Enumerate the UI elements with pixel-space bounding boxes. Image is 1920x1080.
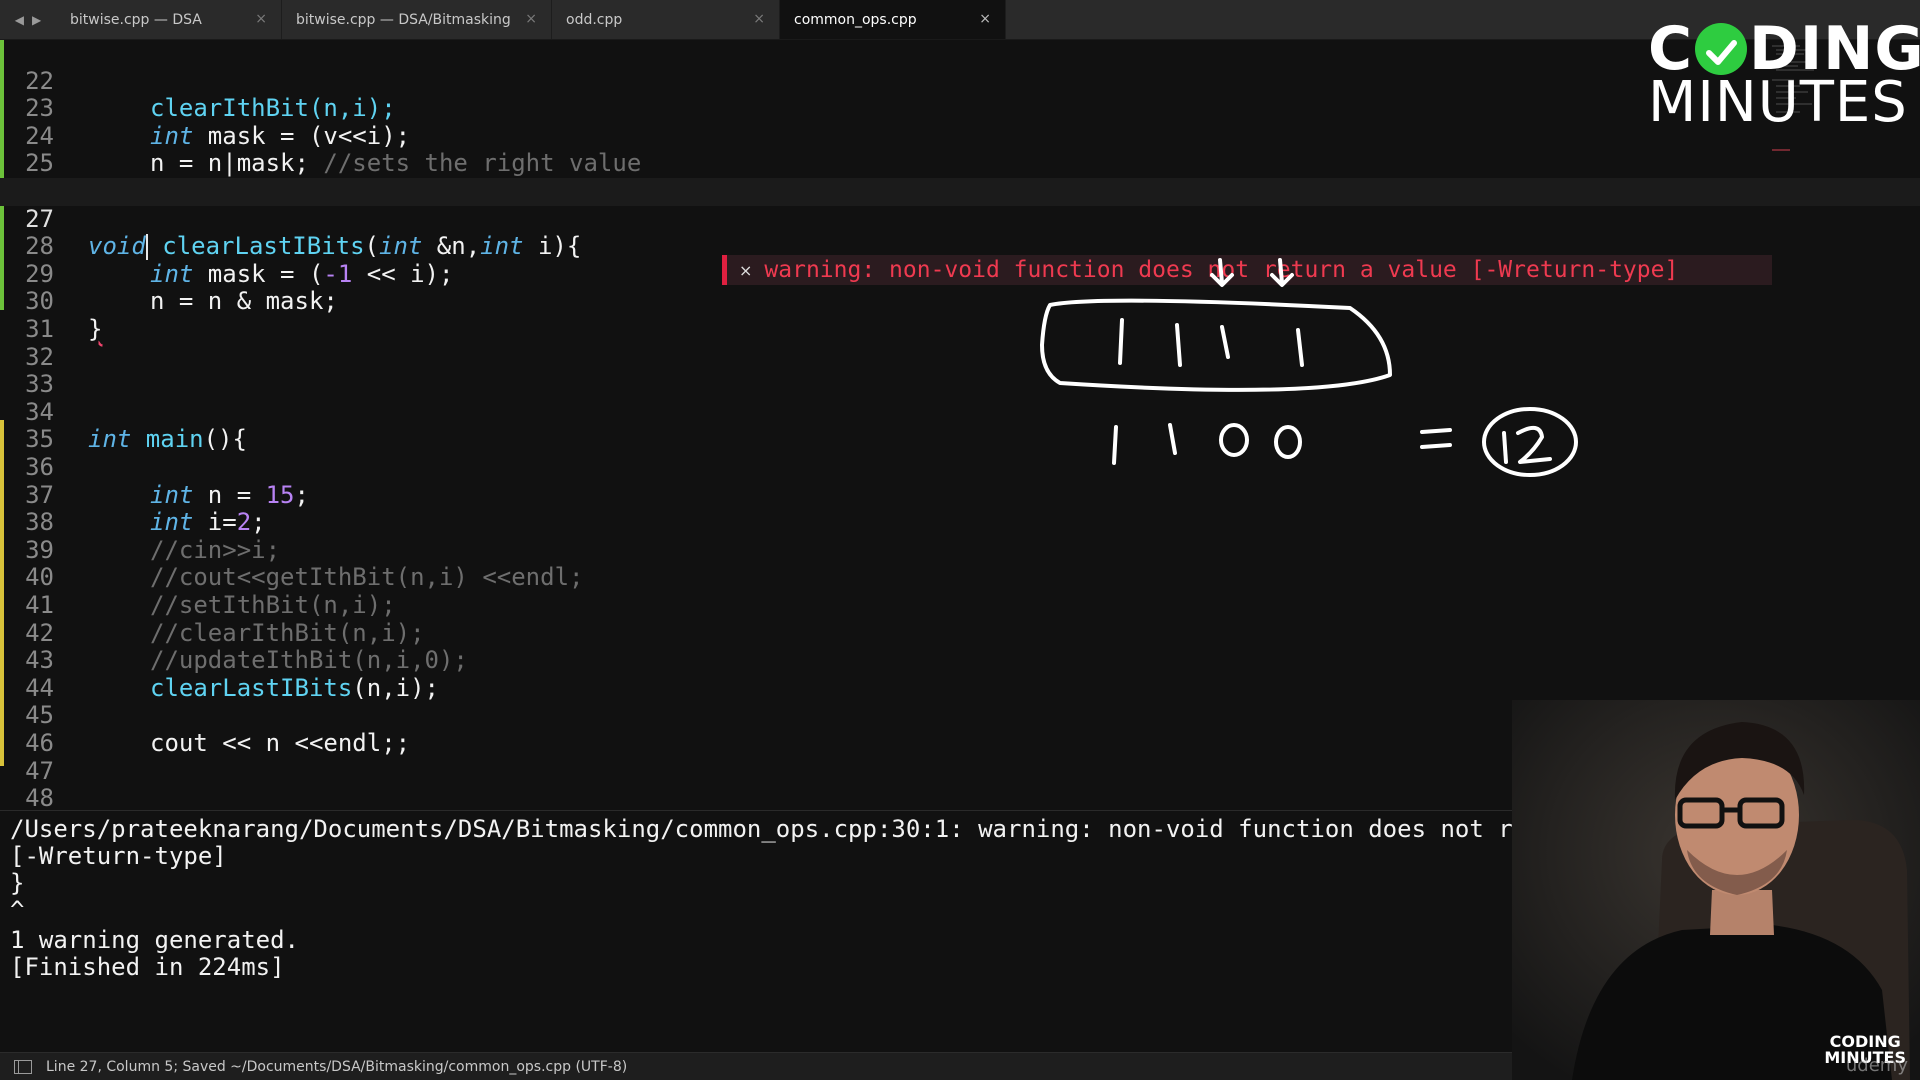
code-line: 39 //cout<<getIthBit(n,i) <<endl;	[0, 509, 1920, 591]
status-text: Line 27, Column 5; Saved ~/Documents/DSA…	[46, 1058, 628, 1075]
code-line: 23 int mask = (v<<i);	[0, 68, 1920, 150]
tab-bitwise-dsa[interactable]: bitwise.cpp — DSA ×	[56, 0, 282, 39]
app-window: ◀ ▶ bitwise.cpp — DSA × bitwise.cpp — DS…	[0, 0, 1920, 1080]
close-icon[interactable]: ×	[753, 11, 765, 27]
close-icon[interactable]: ×	[255, 11, 267, 27]
forward-arrow-icon[interactable]: ▶	[32, 13, 41, 27]
back-arrow-icon[interactable]: ◀	[15, 13, 24, 27]
close-icon[interactable]: ×	[525, 11, 537, 27]
tab-navigation: ◀ ▶	[0, 0, 56, 39]
tab-bitwise-bitmasking[interactable]: bitwise.cpp — DSA/Bitmasking ×	[282, 0, 552, 39]
tab-label: bitwise.cpp — DSA	[70, 11, 202, 28]
tab-odd[interactable]: odd.cpp ×	[552, 0, 780, 39]
webcam-overlay: CODING MINUTES udemy	[1512, 700, 1920, 1080]
code-line: 25 }	[0, 123, 1920, 205]
code-line: 24 n = n|mask; //sets the right value	[0, 95, 1920, 177]
code-line: 26	[0, 150, 1920, 204]
code-line: 22 clearIthBit(n,i);	[0, 40, 1920, 122]
code-line: 28 int mask = (-1 << i);	[0, 206, 1920, 288]
sidebar-toggle-icon[interactable]	[14, 1059, 32, 1074]
code-line: 33	[0, 344, 1920, 398]
code-line: 41 //clearIthBit(n,i);	[0, 564, 1920, 646]
coding-minutes-logo: C DING MINUTES	[1640, 14, 1920, 135]
output-line: }	[10, 869, 25, 897]
check-icon	[1695, 23, 1748, 75]
code-line: 31	[0, 288, 1920, 342]
code-line: 36 int n = 15;	[0, 426, 1920, 508]
code-line: 45 cout << n <<endl;;	[0, 675, 1920, 757]
handwritten-annotation	[1040, 258, 1578, 477]
code-line: 42 //updateIthBit(n,i,0);	[0, 592, 1920, 674]
code-line: 32	[0, 316, 1920, 370]
dismiss-icon[interactable]: ×	[739, 261, 752, 280]
tab-label: bitwise.cpp — DSA/Bitmasking	[296, 11, 511, 28]
code-line: 43 clearLastIBits(n,i);	[0, 620, 1920, 702]
code-line: 40 //setIthBit(n,i);	[0, 537, 1920, 619]
tab-common-ops[interactable]: common_ops.cpp ×	[780, 0, 1006, 39]
code-line: 34 int main(){	[0, 371, 1920, 453]
logo-text: MINUTES	[1648, 70, 1908, 135]
close-icon[interactable]: ×	[979, 11, 991, 27]
output-line: [-Wreturn-type]	[10, 842, 227, 870]
code-line: 37 int i=2;	[0, 454, 1920, 536]
output-line: ^	[10, 896, 25, 924]
tab-label: common_ops.cpp	[794, 11, 917, 28]
code-line: 35	[0, 399, 1920, 453]
code-line: 38 //cin>>i;	[0, 482, 1920, 564]
tab-bar: ◀ ▶ bitwise.cpp — DSA × bitwise.cpp — DS…	[0, 0, 1920, 40]
presenter-image	[1512, 700, 1920, 1080]
output-line: [Finished in 224ms]	[10, 953, 285, 981]
udemy-watermark: udemy	[1845, 1055, 1908, 1076]
output-line: 1 warning generated.	[10, 926, 299, 954]
tab-label: odd.cpp	[566, 11, 623, 28]
code-line: 44	[0, 647, 1920, 701]
code-editor[interactable]: 22 clearIthBit(n,i); 23 int mask = (v<<i…	[0, 40, 1920, 867]
output-line: /Users/prateeknarang/Documents/DSA/Bitma…	[10, 815, 1614, 843]
current-code-line: 27 void clearLastIBits(int &n,int i){	[0, 178, 1920, 261]
